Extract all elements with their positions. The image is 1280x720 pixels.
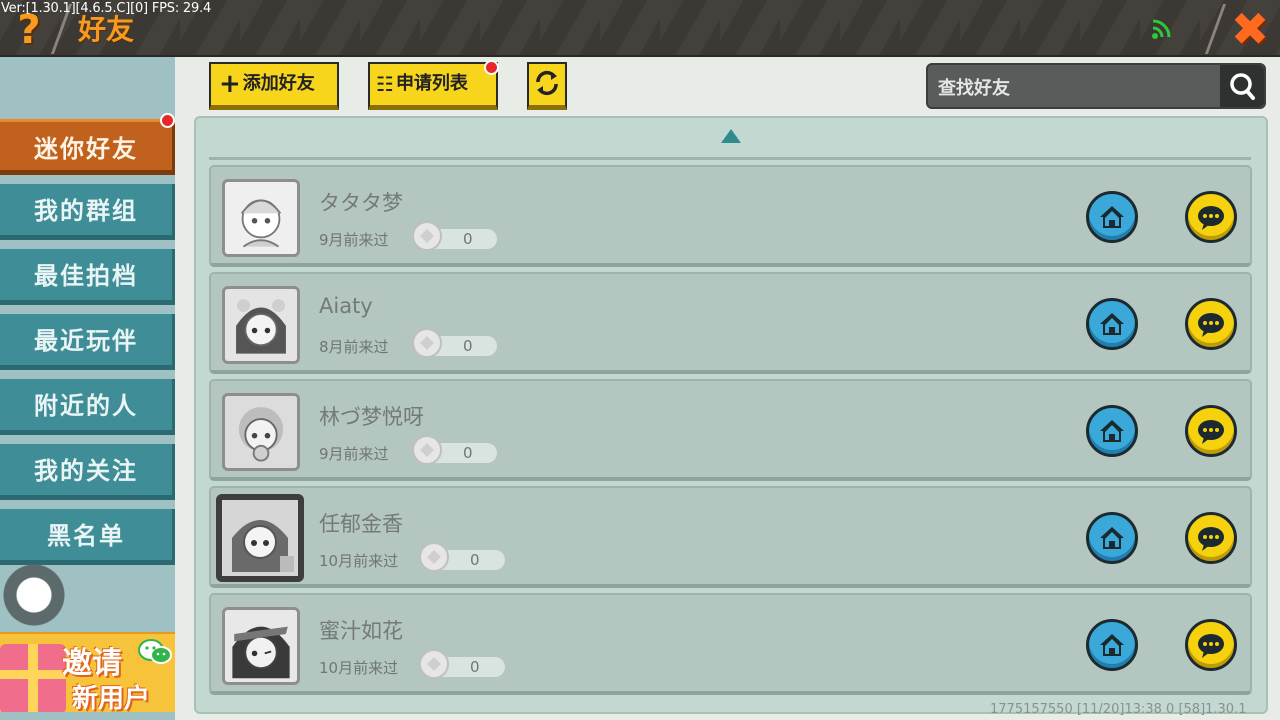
tab-blacklist[interactable]: 黑名单 (0, 509, 175, 565)
chat-bubble-icon (1198, 206, 1224, 230)
chat-button[interactable] (1185, 405, 1237, 457)
visit-home-button[interactable] (1086, 298, 1138, 350)
avatar-image (225, 289, 297, 361)
invite-title: 邀请 (62, 646, 122, 681)
chat-bubble-icon (1198, 313, 1224, 337)
wechat-icon (138, 639, 172, 664)
visit-home-button[interactable] (1086, 512, 1138, 564)
visit-home-button[interactable] (1086, 405, 1138, 457)
request-badge (484, 60, 499, 75)
avatar-image (222, 500, 298, 576)
request-list-label: 申请列表 (395, 73, 468, 94)
tab-mini-friends[interactable]: 迷你好友 (0, 119, 175, 175)
chat-button[interactable] (1185, 298, 1237, 350)
scroll-up-arrow-icon[interactable] (719, 127, 743, 145)
house-icon (1100, 527, 1124, 549)
score-badge-icon (419, 542, 449, 572)
notification-badge (160, 113, 175, 128)
last-seen: 9月前来过 (319, 231, 389, 249)
list-icon: ☷ (376, 72, 394, 96)
friend-name: タタタ梦 (319, 191, 403, 215)
house-icon (1100, 313, 1124, 335)
score-value: 0 (463, 230, 473, 248)
add-friend-label: 添加好友 (242, 73, 315, 94)
avatar[interactable] (222, 607, 300, 685)
avatar[interactable] (222, 286, 300, 364)
house-icon (1100, 206, 1124, 228)
avatar-image (225, 610, 297, 682)
score-badge-icon (412, 221, 442, 251)
last-seen: 10月前来过 (319, 659, 399, 677)
refresh-icon (536, 70, 558, 96)
tab-my-groups[interactable]: 我的群组 (0, 184, 175, 240)
plus-icon: + (219, 69, 241, 99)
refresh-button[interactable] (527, 62, 567, 110)
last-seen: 8月前来过 (319, 338, 389, 356)
invite-subtitle: 新用户 (72, 684, 151, 712)
friend-row[interactable]: 蜜汁如花 10月前来过 0 (209, 593, 1252, 695)
avatar[interactable] (222, 179, 300, 257)
friend-row[interactable]: 林づ梦悦呀 9月前来过 0 (209, 379, 1252, 481)
last-seen: 10月前来过 (319, 552, 399, 570)
floating-assistant-ball[interactable] (2, 563, 66, 627)
friend-row[interactable]: Aiaty 8月前来过 0 (209, 272, 1252, 374)
avatar[interactable] (222, 393, 300, 471)
search-icon (1230, 73, 1255, 100)
score-value: 0 (470, 658, 480, 676)
avatar-image (225, 182, 297, 254)
house-icon (1100, 634, 1124, 656)
chat-bubble-icon (1198, 420, 1224, 444)
request-list-button[interactable]: ☷ 申请列表 (368, 62, 498, 110)
invite-new-user-banner[interactable]: 邀请 新用户 (0, 632, 175, 712)
footer-debug-info: 1775157550 [11/20]13:38 0 [58]1.30.1 (990, 702, 1247, 717)
tab-nearby-people[interactable]: 附近的人 (0, 379, 175, 435)
score-value: 0 (463, 444, 473, 462)
list-divider (209, 152, 1251, 160)
search-button[interactable] (1220, 65, 1264, 107)
add-friend-button[interactable]: + 添加好友 (209, 62, 339, 110)
tab-my-following[interactable]: 我的关注 (0, 444, 175, 500)
avatar[interactable] (216, 494, 304, 582)
last-seen: 9月前来过 (319, 445, 389, 463)
friend-name: 任郁金香 (319, 512, 403, 536)
friend-row[interactable]: 任郁金香 10月前来过 0 (209, 486, 1252, 588)
tab-best-partner[interactable]: 最佳拍档 (0, 249, 175, 305)
visit-home-button[interactable] (1086, 619, 1138, 671)
score-badge-icon (412, 328, 442, 358)
friend-name: 林づ梦悦呀 (319, 405, 424, 429)
score-value: 0 (470, 551, 480, 569)
score-badge-icon (412, 435, 442, 465)
house-icon (1100, 420, 1124, 442)
search-input[interactable]: 查找好友 (926, 63, 1266, 109)
chat-bubble-icon (1198, 634, 1224, 658)
wifi-signal-icon (1152, 19, 1171, 39)
header-divider (1204, 4, 1227, 54)
friend-name: Aiaty (319, 294, 373, 318)
chat-bubble-icon (1198, 527, 1224, 551)
close-icon[interactable]: ✖ (1226, 6, 1274, 52)
debug-overlay: Ver:[1.30.1][4.6.5.C][0] FPS: 29.4 (1, 1, 212, 16)
avatar-image (225, 396, 297, 468)
chat-button[interactable] (1185, 619, 1237, 671)
search-placeholder: 查找好友 (938, 78, 1010, 99)
chat-button[interactable] (1185, 512, 1237, 564)
friend-row[interactable]: タタタ梦 9月前来过 0 (209, 165, 1252, 267)
friend-name: 蜜汁如花 (319, 619, 403, 643)
gift-icon (0, 644, 66, 712)
score-value: 0 (463, 337, 473, 355)
chat-button[interactable] (1185, 191, 1237, 243)
visit-home-button[interactable] (1086, 191, 1138, 243)
score-badge-icon (419, 649, 449, 679)
tab-recent-playmates[interactable]: 最近玩伴 (0, 314, 175, 370)
